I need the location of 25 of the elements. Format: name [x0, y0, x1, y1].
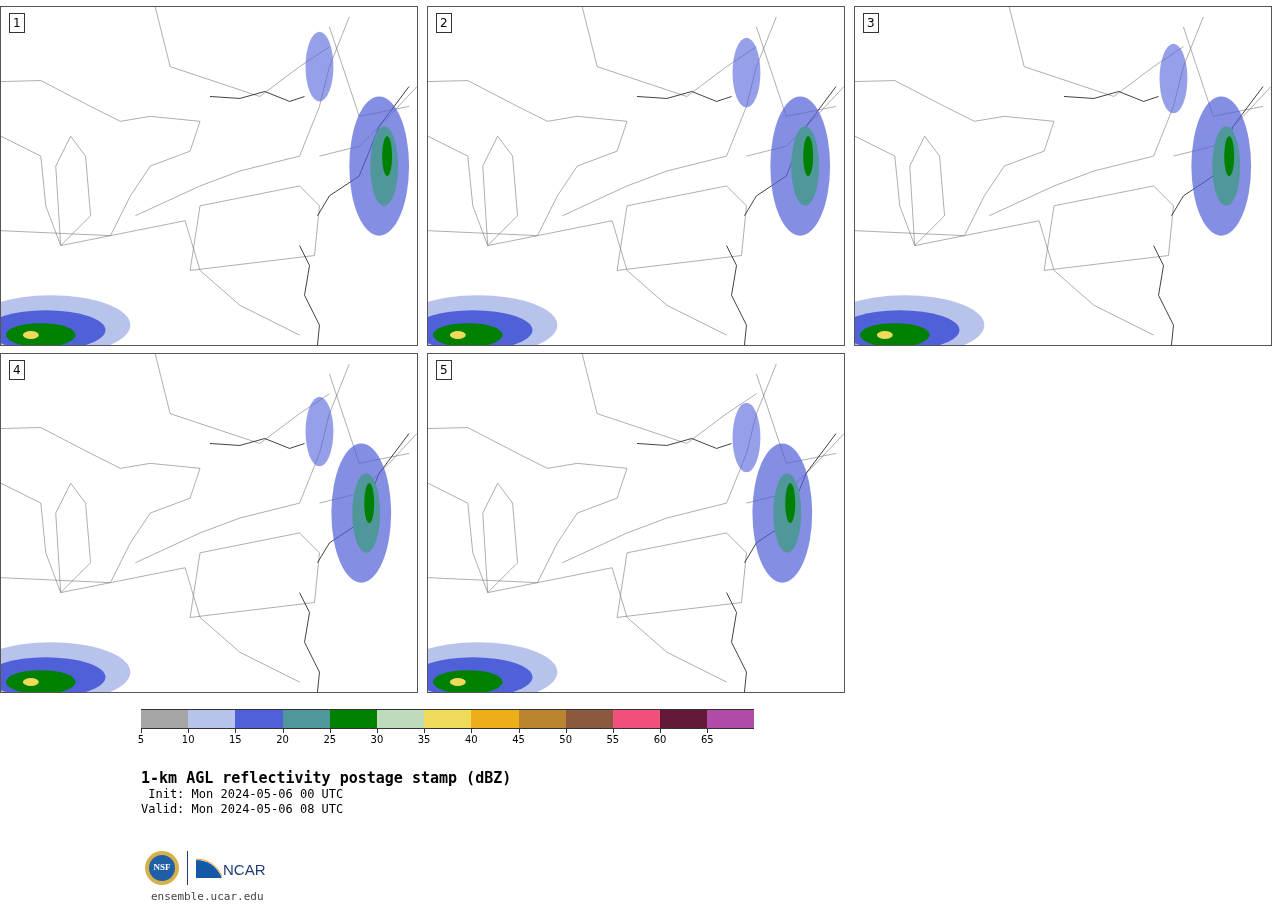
colorbar-tick-label: 30 [370, 734, 384, 746]
site-url: ensemble.ucar.edu [151, 889, 265, 905]
colorbar-tick-label: 35 [417, 734, 431, 746]
colorbar-tick-label: 60 [653, 734, 667, 746]
colorbar-tick-label: 65 [700, 734, 714, 746]
valid-time: Valid: Mon 2024-05-06 08 UTC [141, 802, 345, 817]
swoosh-icon [196, 858, 222, 878]
ncar-logo: NCAR [196, 858, 266, 878]
panel-number: 4 [9, 360, 25, 380]
colorbar-tick-label: 10 [181, 734, 195, 746]
init-time: Init: Mon 2024-05-06 00 UTC [147, 787, 345, 802]
colorbar-tick-label: 55 [606, 734, 620, 746]
nsf-logo: NSF [145, 851, 179, 885]
panel-number: 2 [436, 13, 452, 33]
colorbar-tick-label: 5 [137, 734, 145, 746]
colorbar-tick-label: 40 [464, 734, 478, 746]
panel-number: 3 [863, 13, 879, 33]
colorbar-tick-label: 20 [276, 734, 289, 746]
panel-number: 5 [436, 360, 452, 380]
panel-number: 1 [9, 13, 25, 33]
colorbar-tick-label: 15 [229, 734, 242, 746]
chart-title: 1-km AGL reflectivity postage stamp (dBZ) [141, 769, 513, 787]
colorbar-tick-label: 25 [323, 734, 337, 746]
colorbar-tick-label: 50 [559, 734, 573, 746]
colorbar-tick-label: 45 [512, 734, 525, 746]
